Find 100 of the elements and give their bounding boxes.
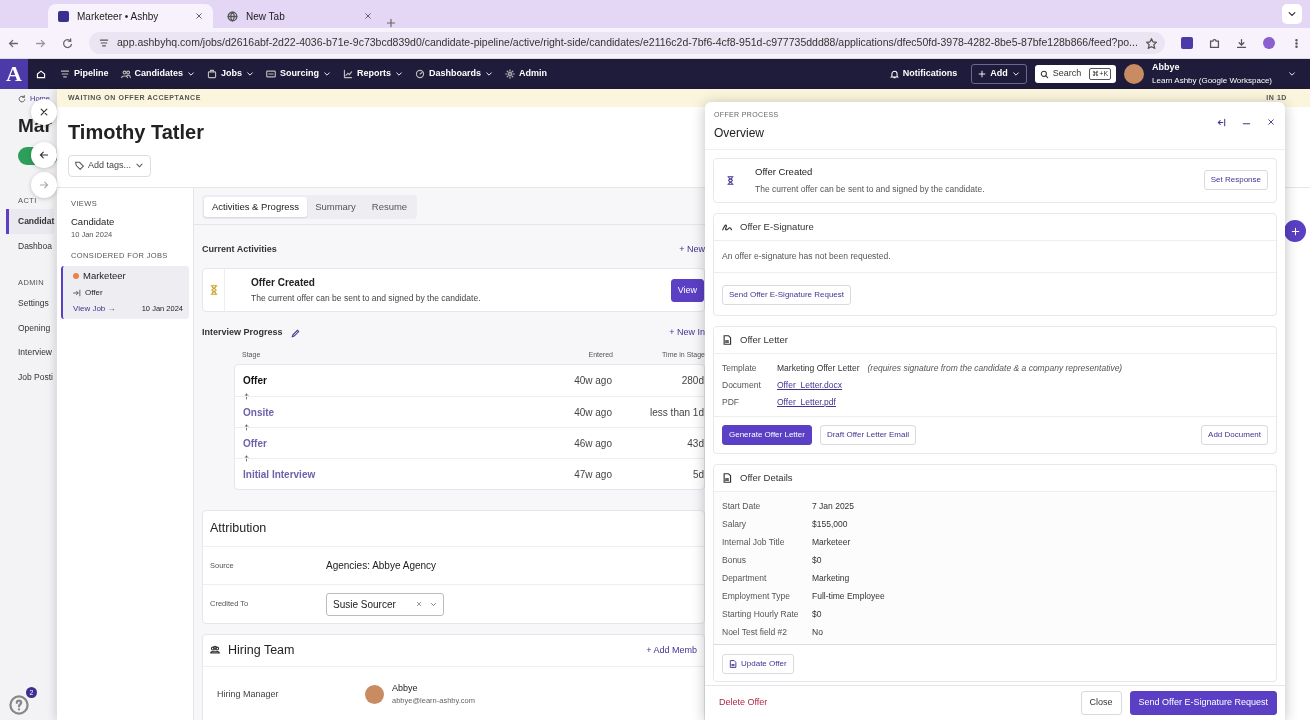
- source-value: Agencies: Abbye Agency: [326, 559, 437, 573]
- nav-menu-item[interactable]: Admin: [499, 67, 554, 81]
- user-org: Learn Ashby (Google Workspace): [1152, 74, 1272, 87]
- add-tags-button[interactable]: Add tags...: [68, 155, 152, 177]
- tab-menu-button[interactable]: [1282, 4, 1302, 24]
- history-icon: [18, 94, 26, 103]
- new-activity-link[interactable]: + New: [679, 242, 705, 257]
- send-request-button[interactable]: Send Offer E-Signature Request: [1129, 691, 1277, 715]
- generate-button[interactable]: Generate Offer Letter: [722, 424, 812, 445]
- chevron-icon: [187, 70, 196, 78]
- card-title: Hiring Team: [228, 642, 295, 659]
- add-button[interactable]: Add: [971, 64, 1027, 84]
- home-icon[interactable]: [36, 68, 46, 79]
- close-button[interactable]: Close: [1080, 691, 1122, 715]
- bookmark-star-icon[interactable]: [1145, 37, 1157, 49]
- back-icon[interactable]: [8, 37, 19, 49]
- view-job-link[interactable]: View Job →: [73, 302, 116, 315]
- chevron-icon: [395, 70, 404, 78]
- avatar[interactable]: [1124, 64, 1145, 84]
- close-icon[interactable]: [1267, 118, 1275, 126]
- sidebar-item[interactable]: Interview: [18, 340, 52, 365]
- add-document-button[interactable]: Add Document: [1201, 424, 1268, 445]
- job-title: Marketeer: [83, 268, 126, 283]
- credited-select[interactable]: Susie Sourcer: [326, 592, 444, 616]
- tab[interactable]: Resume: [363, 196, 416, 217]
- field-note: (requires signature from the candidate & a company representative): [867, 361, 1123, 375]
- nav-menu-item[interactable]: Pipeline: [54, 67, 115, 81]
- new-interview-link[interactable]: + New In: [669, 326, 705, 340]
- add-member-link[interactable]: + Add Memb: [646, 643, 697, 658]
- app-logo[interactable]: A: [0, 59, 28, 89]
- time-in-stage: 5d: [691, 467, 704, 482]
- download-icon[interactable]: [1236, 37, 1248, 49]
- stage-name[interactable]: Onsite: [243, 404, 542, 420]
- sidebar-item[interactable]: Job Posti: [18, 365, 53, 390]
- field-label: Starting Hourly Rate: [722, 607, 800, 621]
- field-label: Start Date: [722, 499, 762, 513]
- chevron-icon: [485, 70, 494, 78]
- job-stage: Offer: [85, 286, 103, 299]
- sidebar-item[interactable]: Opening: [18, 315, 51, 341]
- section-title: Offer E-Signature: [740, 219, 814, 234]
- field-label: Employment Type: [722, 589, 791, 603]
- forward-icon[interactable]: [35, 37, 46, 49]
- send-request-button[interactable]: Send Offer E-Signature Request: [722, 284, 852, 305]
- section-heading: Interview Progress: [202, 326, 283, 340]
- clear-icon[interactable]: [416, 601, 422, 607]
- set-response-button[interactable]: Set Response: [1203, 170, 1268, 190]
- reload-icon[interactable]: [62, 37, 73, 49]
- field-value: 7 Jan 2025: [812, 499, 855, 513]
- close-icon[interactable]: [364, 12, 372, 20]
- nav-menu-item[interactable]: Jobs: [201, 67, 261, 81]
- time-in-stage: 43d: [686, 436, 704, 451]
- entered-time: 40w ago: [573, 374, 612, 389]
- help-icon[interactable]: [9, 694, 29, 715]
- sidebar-item[interactable]: Candidat: [6, 209, 55, 234]
- section-title: Offer Details: [740, 470, 793, 485]
- collapse-icon[interactable]: [1217, 118, 1226, 127]
- notifications-button[interactable]: Notifications: [883, 67, 964, 81]
- plus-icon: [1290, 226, 1300, 236]
- new-tab-icon[interactable]: [386, 18, 396, 28]
- nav-menu-item[interactable]: Candidates: [114, 67, 202, 81]
- tab[interactable]: Summary: [307, 196, 364, 217]
- candidate-name: Timothy Tatler: [68, 120, 204, 145]
- nav-menu-item[interactable]: Reports: [337, 67, 410, 81]
- pipeline-icon: [60, 69, 70, 79]
- panel-title: Overview: [714, 124, 765, 142]
- close-icon[interactable]: [195, 12, 203, 20]
- activity-title: Offer Created: [251, 276, 316, 291]
- nav-menu-item[interactable]: Dashboards: [409, 67, 500, 81]
- extension-icon[interactable]: [1181, 37, 1194, 49]
- field-value: No: [812, 625, 823, 639]
- view-button[interactable]: View: [670, 278, 704, 302]
- document-icon: [722, 334, 732, 345]
- update-offer-button[interactable]: Update Offer: [722, 654, 794, 674]
- draft-email-button[interactable]: Draft Offer Letter Email: [819, 424, 916, 445]
- hourglass-icon: [726, 175, 735, 185]
- add-fab-button[interactable]: [1284, 220, 1306, 242]
- activity-description: The current offer can be sent to and signed by the candidate.: [251, 292, 482, 306]
- browser-tab[interactable]: Marketeer • Ashby: [48, 4, 213, 28]
- profile-icon[interactable]: [1263, 37, 1275, 49]
- file-link[interactable]: Offer_Letter.docx: [777, 378, 843, 392]
- delete-offer-button[interactable]: Delete Offer: [719, 696, 768, 710]
- stage-name[interactable]: Offer: [243, 435, 542, 451]
- field-label: Bonus: [722, 553, 748, 567]
- browser-tab[interactable]: New Tab: [217, 4, 382, 28]
- stage-name: Offer: [243, 374, 268, 389]
- file-link[interactable]: Offer_Letter.pdf: [777, 395, 836, 409]
- sidebar-item[interactable]: Settings: [18, 290, 49, 316]
- chevron-icon[interactable]: [1288, 70, 1296, 78]
- nav-menu-item[interactable]: Sourcing: [260, 67, 338, 81]
- search-icon: [1039, 69, 1049, 79]
- x-icon: [39, 107, 49, 117]
- sidebar-item[interactable]: Dashboa: [18, 233, 53, 259]
- site-info-icon: [99, 38, 109, 48]
- status-title: Offer Created: [755, 164, 814, 179]
- entered-time: 40w ago: [573, 405, 612, 420]
- edit-icon[interactable]: [290, 328, 300, 338]
- tab[interactable]: Activities & Progress: [204, 196, 308, 217]
- briefcase-icon: [207, 69, 218, 79]
- stage-name[interactable]: Initial Interview: [243, 466, 542, 482]
- address-bar[interactable]: app.ashbyhq.com/jobs/d2616abf-2d22-4036-b71e-9c73bcd839d0/candidate-pipeline/active/right-side/candidates/e2116c2d-7bf6-4cf8-951d-c977735ddd88/applications/dfec50fd-3978-4282-8be5-87bfe128b866/feed?po...: [89, 32, 1166, 54]
